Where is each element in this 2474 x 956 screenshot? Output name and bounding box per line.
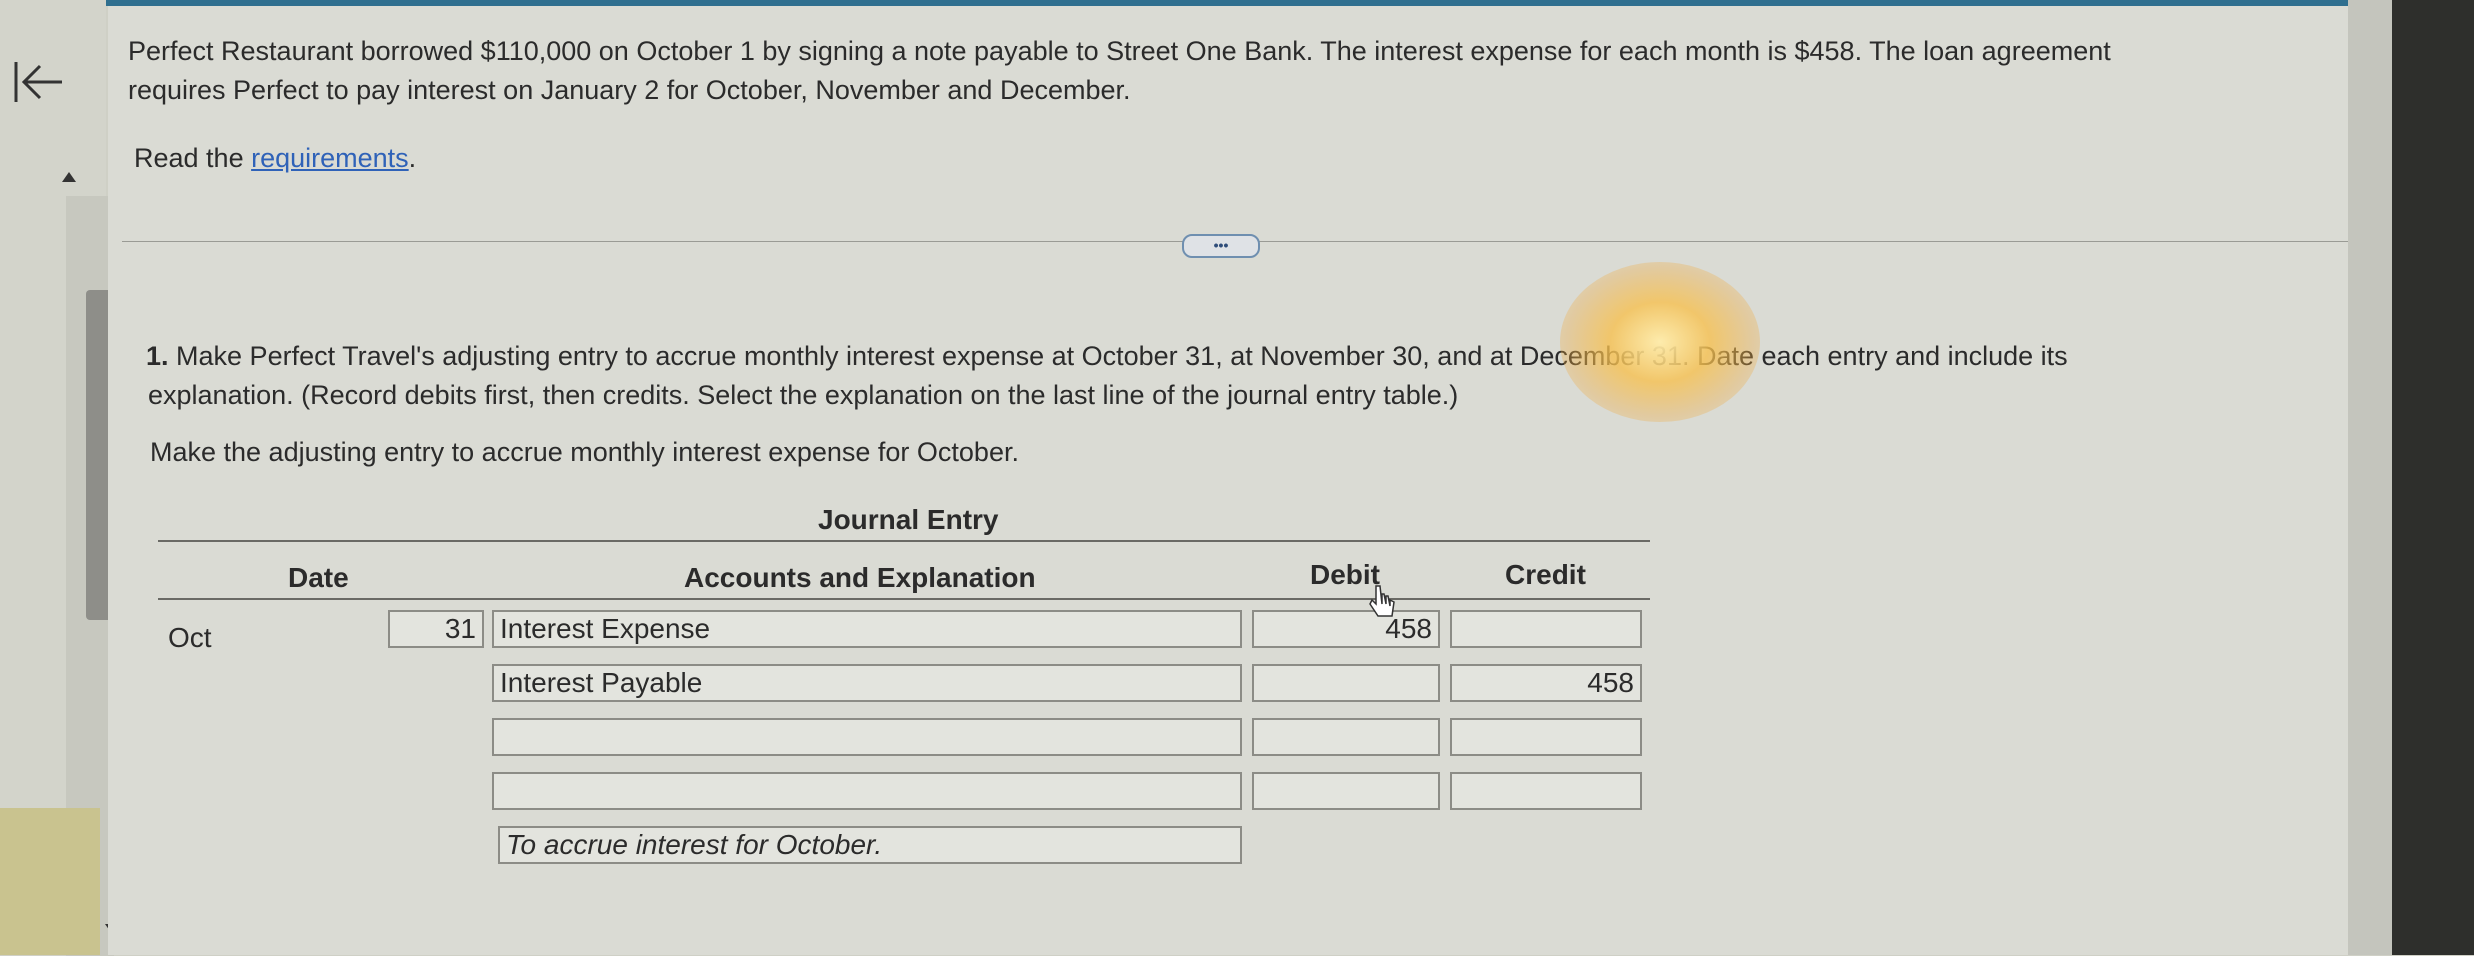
screen-bezel xyxy=(2348,0,2474,955)
requirements-link[interactable]: requirements xyxy=(251,143,409,173)
credit-input-row1[interactable] xyxy=(1450,610,1642,648)
entry-day-input[interactable]: 31 xyxy=(388,610,484,648)
credit-input-row2[interactable]: 458 xyxy=(1450,664,1642,702)
back-arrow-icon[interactable] xyxy=(10,52,70,112)
read-suffix: . xyxy=(408,143,417,173)
left-panel-footer xyxy=(0,808,100,955)
account-input-row2[interactable]: Interest Payable xyxy=(492,664,1242,702)
light-glare xyxy=(1560,262,1760,422)
debit-input-row1[interactable]: 458 xyxy=(1252,610,1440,648)
date-header: Date xyxy=(288,562,349,593)
question-number: 1. xyxy=(146,341,169,371)
debit-input-row4[interactable] xyxy=(1252,772,1440,810)
problem-text-line1: Perfect Restaurant borrowed $110,000 on … xyxy=(128,36,2111,66)
journal-top-rule xyxy=(158,540,1650,542)
scroll-up-icon[interactable] xyxy=(62,172,76,182)
credit-input-row3[interactable] xyxy=(1450,718,1642,756)
accounts-header: Accounts and Explanation xyxy=(684,562,1036,593)
credit-header: Credit xyxy=(1505,559,1586,590)
problem-text-line2: requires Perfect to pay interest on Janu… xyxy=(128,75,1131,105)
question-text: Make Perfect Travel's adjusting entry to… xyxy=(168,341,2068,371)
journal-title: Journal Entry xyxy=(818,504,999,535)
hand-cursor-icon xyxy=(1369,585,1395,617)
question-panel xyxy=(108,6,2348,955)
credit-input-row4[interactable] xyxy=(1450,772,1642,810)
read-requirements: Read the requirements. xyxy=(134,140,416,176)
debit-input-row3[interactable] xyxy=(1252,718,1440,756)
read-prefix: Read the xyxy=(134,143,252,173)
entry-month: Oct xyxy=(168,622,212,653)
debit-input-row2[interactable] xyxy=(1252,664,1440,702)
account-input-row3[interactable] xyxy=(492,718,1242,756)
question-line1: 1. Make Perfect Travel's adjusting entry… xyxy=(146,338,2068,374)
explanation-select[interactable]: To accrue interest for October. xyxy=(498,826,1242,864)
account-input-row4[interactable] xyxy=(492,772,1242,810)
more-button[interactable]: ••• xyxy=(1182,234,1260,258)
account-input-row1[interactable]: Interest Expense xyxy=(492,610,1242,648)
journal-header-rule xyxy=(158,598,1650,600)
instruction-text: Make the adjusting entry to accrue month… xyxy=(150,437,1019,467)
question-line2: explanation. (Record debits first, then … xyxy=(148,380,1459,410)
